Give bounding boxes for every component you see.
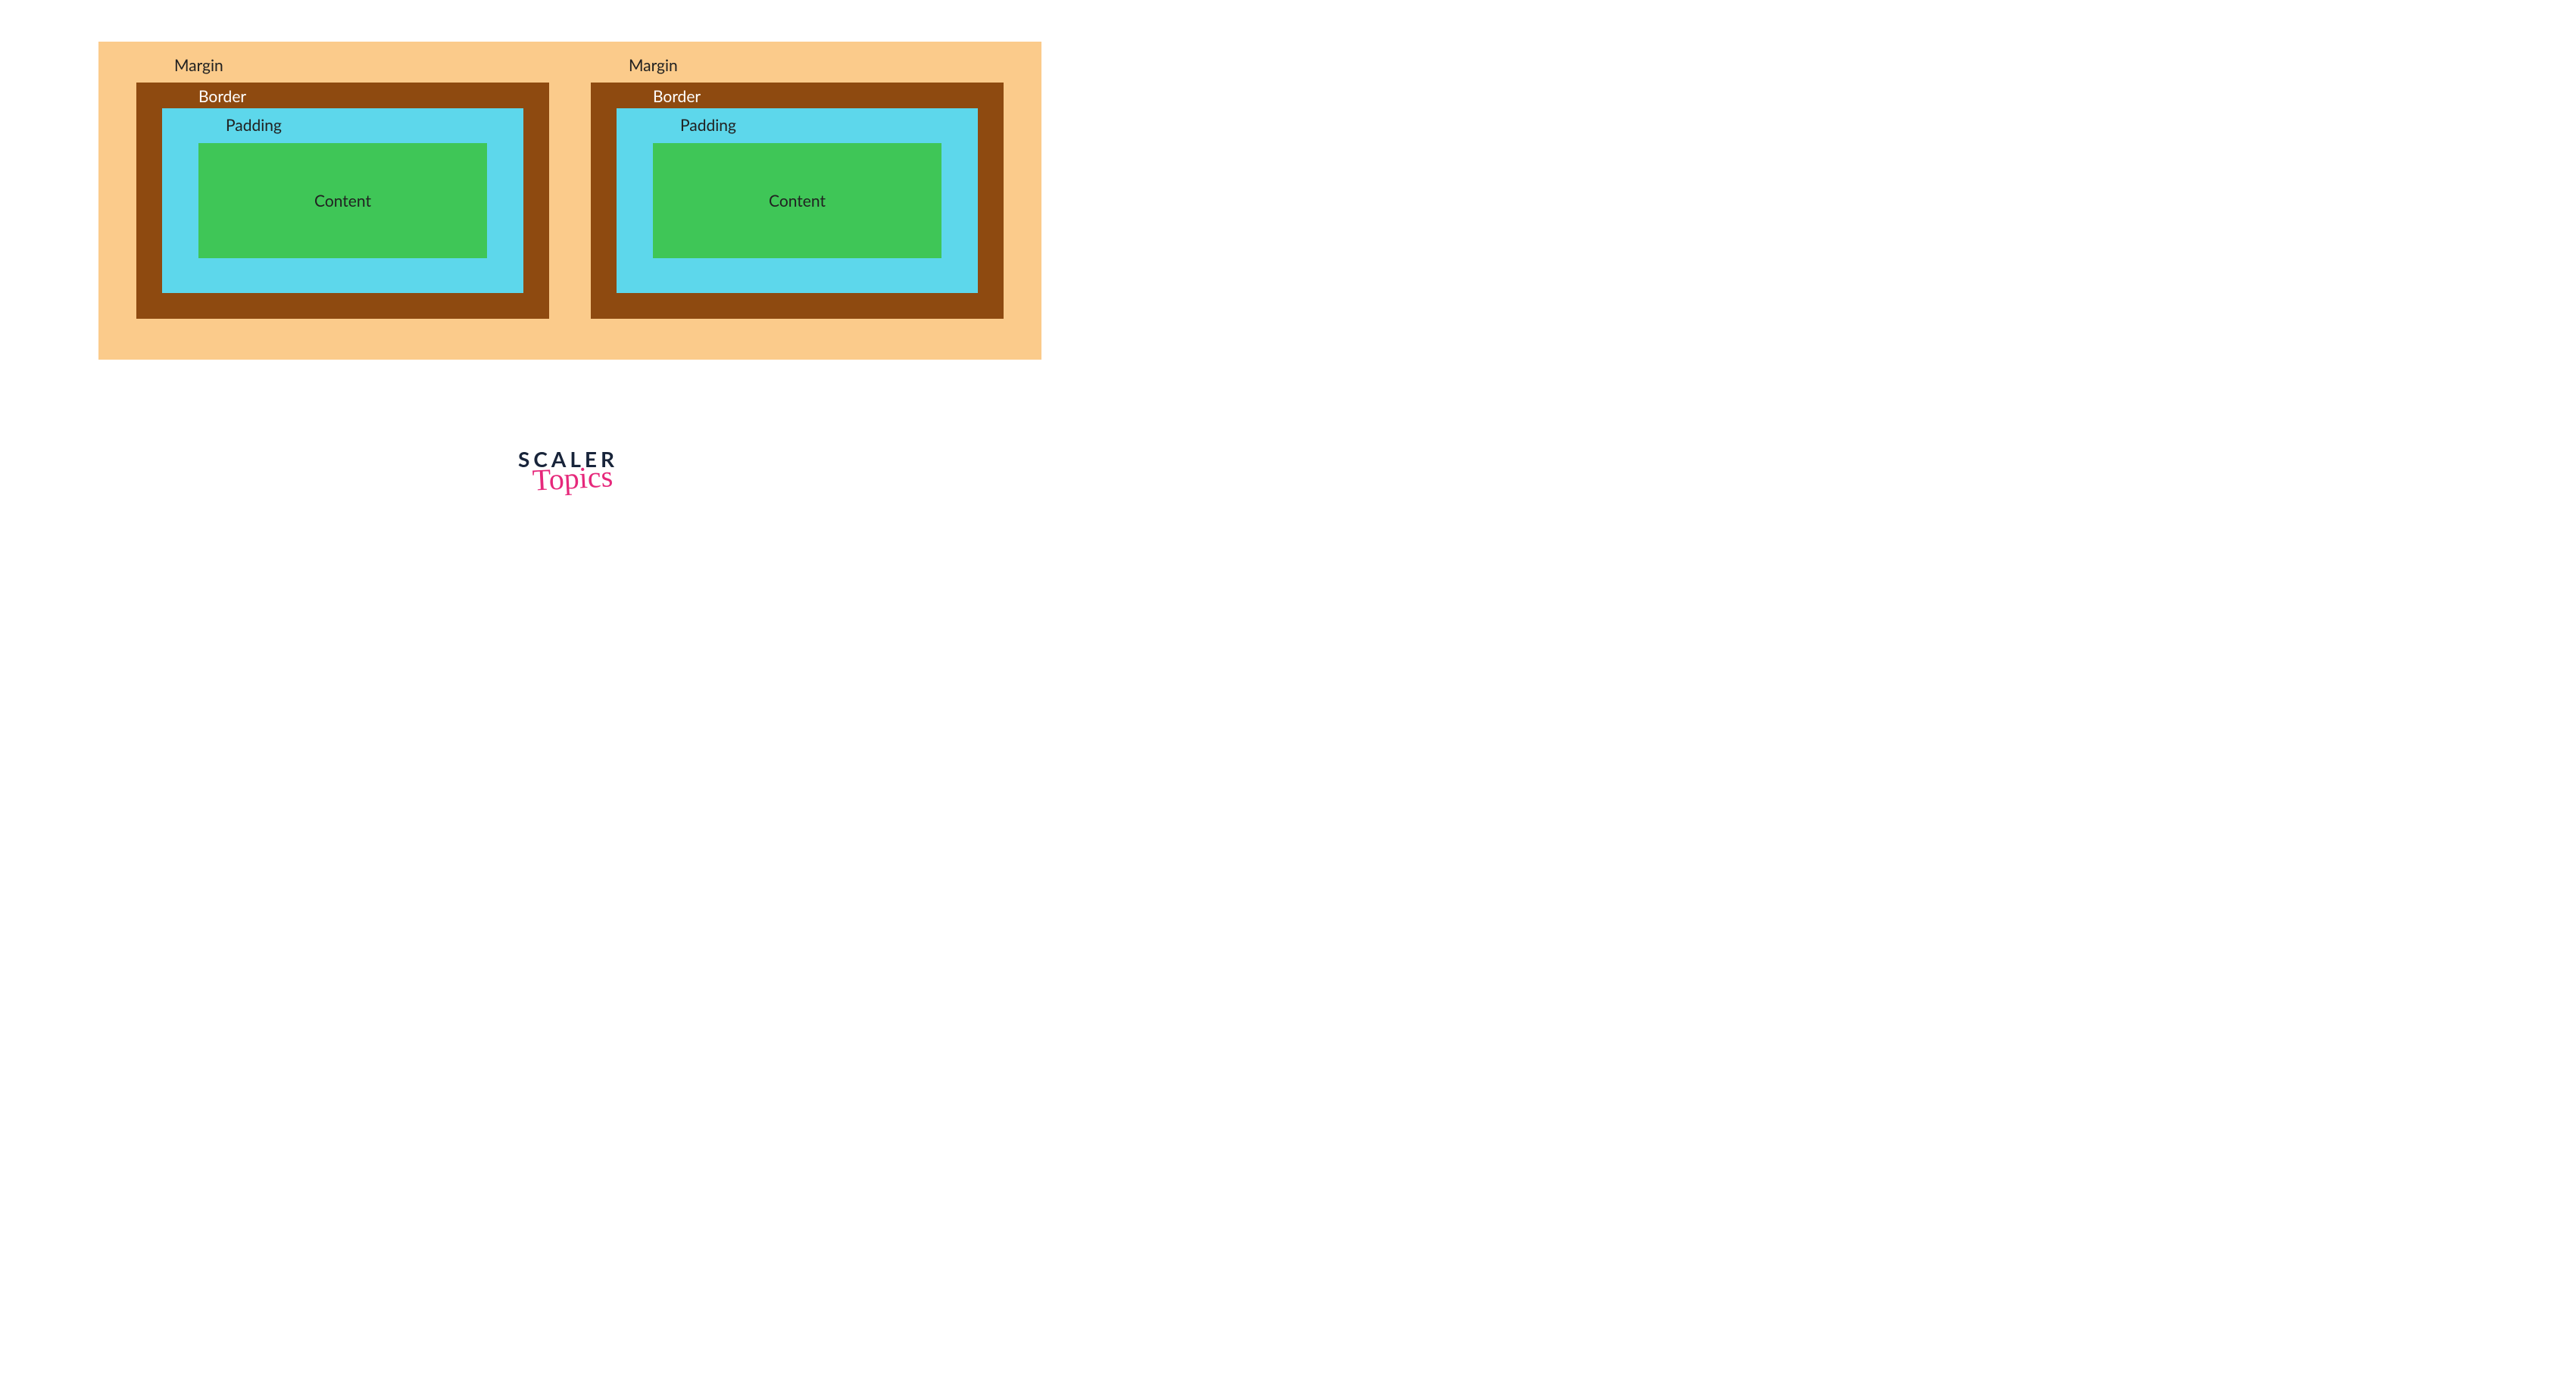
border-label: Border: [198, 87, 246, 106]
content-box: Content: [653, 143, 941, 258]
logo-line2: Topics: [522, 464, 623, 494]
padding-label: Padding: [226, 116, 282, 135]
padding-box: Padding Content: [162, 108, 523, 293]
box-model-diagram: Margin Border Padding Content Margin Bor…: [98, 42, 1041, 360]
scaler-topics-logo: SCALER Topics: [518, 448, 618, 491]
margin-label: Margin: [174, 56, 223, 75]
content-label: Content: [769, 192, 826, 210]
padding-box: Padding Content: [617, 108, 978, 293]
padding-label: Padding: [680, 116, 736, 135]
border-box: Border Padding Content: [591, 83, 1004, 319]
margin-label: Margin: [629, 56, 678, 75]
box-model-left: Margin Border Padding Content: [136, 83, 549, 319]
border-label: Border: [653, 87, 701, 106]
content-label: Content: [314, 192, 371, 210]
border-box: Border Padding Content: [136, 83, 549, 319]
content-box: Content: [198, 143, 487, 258]
box-model-right: Margin Border Padding Content: [591, 83, 1004, 319]
